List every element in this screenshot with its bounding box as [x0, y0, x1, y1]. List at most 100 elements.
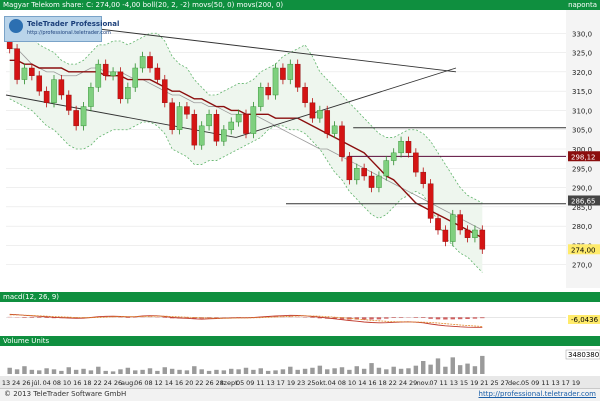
chart-window: Magyar Telekom share: C: 274,00 -4,00 bo… — [0, 0, 600, 401]
volume-bar — [435, 358, 441, 374]
macd-histogram-bar — [125, 317, 131, 318]
candle-body — [221, 129, 227, 142]
x-tick-label: 06 — [134, 379, 142, 387]
macd-histogram-bar — [421, 317, 426, 318]
candle-body — [191, 114, 198, 146]
candle-body — [213, 114, 220, 142]
y-tick-label: 320,0 — [572, 69, 592, 77]
volume-bar — [339, 367, 345, 374]
macd-value-label: -6,0436 — [571, 316, 599, 324]
candle-body — [442, 229, 449, 242]
volume-bar — [347, 369, 352, 374]
candle-body — [14, 48, 20, 80]
volume-bar — [192, 366, 197, 374]
x-tick-label: 05 — [236, 379, 244, 387]
x-tick-label: 05 — [521, 379, 529, 387]
candle-body — [346, 156, 353, 181]
x-tick-label: nov. — [417, 379, 431, 387]
volume-bar — [295, 369, 300, 374]
volume-bar — [325, 369, 330, 374]
x-tick-label: 10 — [63, 379, 71, 387]
candle-body — [280, 67, 286, 80]
x-tick-label: 04 — [43, 379, 51, 387]
volume-bar — [480, 355, 485, 374]
candle-body — [161, 79, 168, 103]
x-tick-label: 09 — [531, 379, 539, 387]
x-tick-label: 25 — [307, 379, 315, 387]
candle-body — [6, 40, 13, 49]
macd-histogram-bar — [162, 317, 167, 318]
y-tick-label: 310,0 — [572, 107, 592, 115]
candle-body — [73, 110, 79, 127]
volume-bar — [59, 370, 64, 374]
volume-bar — [125, 367, 131, 374]
volume-bar — [236, 369, 241, 374]
macd-histogram-bar — [391, 317, 396, 318]
macd-panel-title-bar: macd(12, 26, 9) — [0, 292, 600, 302]
candle-body — [309, 102, 316, 119]
macd-histogram-bar — [398, 317, 404, 318]
footer-url-link[interactable]: http://professional.teletrader.com — [479, 390, 596, 398]
candle-body — [250, 106, 257, 134]
volume-bar — [450, 357, 455, 374]
volume-bar — [44, 368, 49, 374]
macd-chart-bg — [0, 302, 600, 336]
x-tick-label: 17 — [562, 379, 570, 387]
footer: © 2013 TeleTrader Software GmbH http://p… — [0, 388, 600, 401]
macd-histogram-bar — [7, 316, 12, 318]
candle-body — [154, 67, 161, 80]
volume-bar — [110, 371, 116, 374]
candle-body — [324, 110, 331, 134]
x-tick-label: 07 — [429, 379, 437, 387]
candle-body — [361, 168, 367, 177]
main-panel-title-bar: Magyar Telekom share: C: 274,00 -4,00 bo… — [0, 0, 600, 10]
candle-body — [398, 141, 404, 154]
volume-bar — [214, 369, 219, 374]
macd-histogram-bar — [14, 317, 20, 318]
volume-bar — [140, 369, 145, 374]
volume-bar — [14, 369, 20, 374]
volume-bar — [96, 366, 101, 374]
candle-body — [169, 102, 175, 130]
watermark-box: TeleTrader Professional http://professio… — [4, 16, 119, 42]
price-tag-label: 274,00 — [571, 246, 596, 254]
volume-bar — [406, 368, 411, 374]
macd-histogram-bar — [384, 317, 389, 319]
x-tick-label: 24 — [12, 379, 20, 387]
volume-value-label: 3480380 — [568, 351, 599, 359]
x-tick-label: 24 — [399, 379, 407, 387]
candle-body — [235, 114, 242, 123]
candle-body — [464, 229, 471, 238]
candle-body — [265, 87, 271, 96]
volume-bar — [133, 370, 138, 374]
y-tick-label: 315,0 — [572, 88, 592, 96]
macd-histogram-bar — [428, 317, 433, 319]
macd-histogram-bar — [480, 317, 485, 319]
volume-bar — [81, 368, 86, 374]
footer-copyright: © 2013 TeleTrader Software GmbH — [4, 390, 127, 398]
volume-bar — [73, 369, 79, 374]
volume-bar — [243, 367, 249, 374]
volume-bar — [51, 369, 57, 374]
candle-body — [413, 152, 419, 173]
y-tick-label: 280,0 — [572, 223, 592, 231]
macd-histogram-bar — [140, 316, 145, 318]
price-tag-label: 286,65 — [571, 197, 596, 205]
macd-histogram-bar — [406, 317, 411, 318]
volume-bar — [229, 368, 234, 374]
volume-bar — [384, 369, 389, 374]
macd-histogram-bar — [376, 317, 382, 320]
macd-histogram-bar — [44, 317, 49, 318]
x-tick-label: 10 — [348, 379, 356, 387]
candle-body — [294, 63, 301, 88]
macd-histogram-bar — [443, 317, 448, 320]
volume-bar — [162, 367, 167, 374]
macd-histogram-bar — [295, 316, 300, 318]
volume-bar — [288, 366, 293, 374]
price-chart: 270,0275,0280,0285,0290,0295,0300,0305,0… — [0, 10, 600, 288]
y-tick-label: 270,0 — [572, 262, 592, 270]
candle-body — [102, 63, 109, 76]
volume-bar — [66, 367, 71, 374]
candle-body — [88, 87, 94, 107]
x-tick-label: dec. — [508, 379, 522, 387]
